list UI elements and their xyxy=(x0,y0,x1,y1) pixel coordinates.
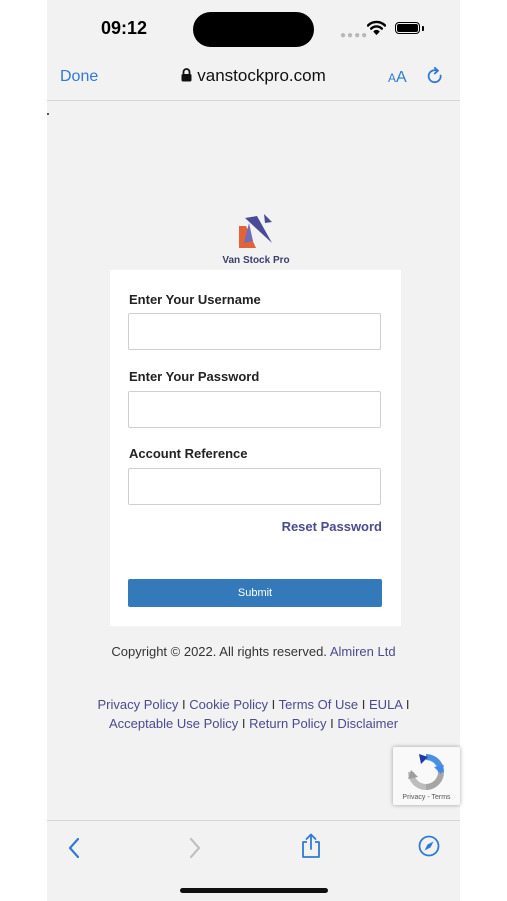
recaptcha-terms: Privacy - Terms xyxy=(393,794,460,801)
url-text: vanstockpro.com xyxy=(197,66,326,85)
terms-of-use-link[interactable]: Terms Of Use xyxy=(279,697,358,712)
footer-links-row-2: Acceptable Use Policy I Return Policy I … xyxy=(47,716,460,731)
logo-text: Van Stock Pro xyxy=(222,255,290,266)
compass-icon[interactable] xyxy=(418,835,440,857)
recaptcha-icon xyxy=(408,754,444,790)
status-time: 09:12 xyxy=(101,18,148,38)
submit-button[interactable]: Submit xyxy=(128,579,382,607)
disclaimer-link[interactable]: Disclaimer xyxy=(337,716,398,731)
dynamic-island xyxy=(193,12,314,47)
recaptcha-badge[interactable]: Privacy - Terms xyxy=(393,747,460,805)
company-link[interactable]: Almiren Ltd xyxy=(330,644,396,659)
home-indicator[interactable] xyxy=(180,888,328,893)
logo-mark-icon xyxy=(239,214,272,248)
text-size-large: A xyxy=(396,69,407,86)
link-separator: I xyxy=(271,697,276,712)
text-size-button[interactable]: AA xyxy=(388,69,407,87)
link-separator: I xyxy=(241,716,246,731)
username-label: Enter Your Username xyxy=(129,292,261,307)
van-stock-pro-logo: Van Stock Pro xyxy=(221,213,291,266)
recaptcha-dash: - xyxy=(427,794,430,801)
login-card: Enter Your Username Enter Your Password … xyxy=(110,270,401,626)
privacy-policy-link[interactable]: Privacy Policy xyxy=(97,697,178,712)
account-reference-label: Account Reference xyxy=(129,446,248,461)
password-input[interactable] xyxy=(128,391,381,428)
password-label: Enter Your Password xyxy=(129,369,260,384)
wifi-icon xyxy=(367,20,386,35)
link-separator: I xyxy=(182,697,186,712)
username-input[interactable] xyxy=(128,313,381,350)
reset-password-link[interactable]: Reset Password xyxy=(282,519,382,534)
link-separator: I xyxy=(405,697,410,712)
reload-icon[interactable] xyxy=(427,67,444,86)
eula-link[interactable]: EULA xyxy=(369,697,402,712)
battery-icon xyxy=(395,22,420,34)
browser-toolbar xyxy=(47,820,460,901)
copyright-text: Copyright © 2022. All rights reserved. xyxy=(111,644,327,659)
page-dot xyxy=(47,113,49,115)
text-size-small: A xyxy=(388,71,397,85)
share-icon[interactable] xyxy=(300,833,322,859)
recaptcha-privacy-link[interactable]: Privacy xyxy=(402,794,425,801)
lock-icon xyxy=(181,68,192,82)
copyright-line: Copyright © 2022. All rights reserved. A… xyxy=(47,644,460,659)
recaptcha-terms-link[interactable]: Terms xyxy=(432,794,451,801)
account-reference-input[interactable] xyxy=(128,468,381,505)
link-separator: I xyxy=(330,716,334,731)
status-bar: 09:12 ●●●● xyxy=(47,0,460,56)
footer-links-row-1: Privacy Policy I Cookie Policy I Terms O… xyxy=(47,697,460,712)
chevron-left-icon[interactable] xyxy=(67,837,81,859)
cookie-policy-link[interactable]: Cookie Policy xyxy=(189,697,268,712)
link-separator: I xyxy=(361,697,366,712)
phone-screen: 09:12 ●●●● Done vanstockpro.com AA Van S… xyxy=(47,0,460,901)
acceptable-use-policy-link[interactable]: Acceptable Use Policy xyxy=(109,716,238,731)
return-policy-link[interactable]: Return Policy xyxy=(249,716,326,731)
battery-cap xyxy=(422,26,424,31)
browser-nav-bar: Done vanstockpro.com AA xyxy=(47,56,460,101)
cellular-signal-icon: ●●●● xyxy=(340,30,369,41)
chevron-right-icon[interactable] xyxy=(188,837,202,859)
